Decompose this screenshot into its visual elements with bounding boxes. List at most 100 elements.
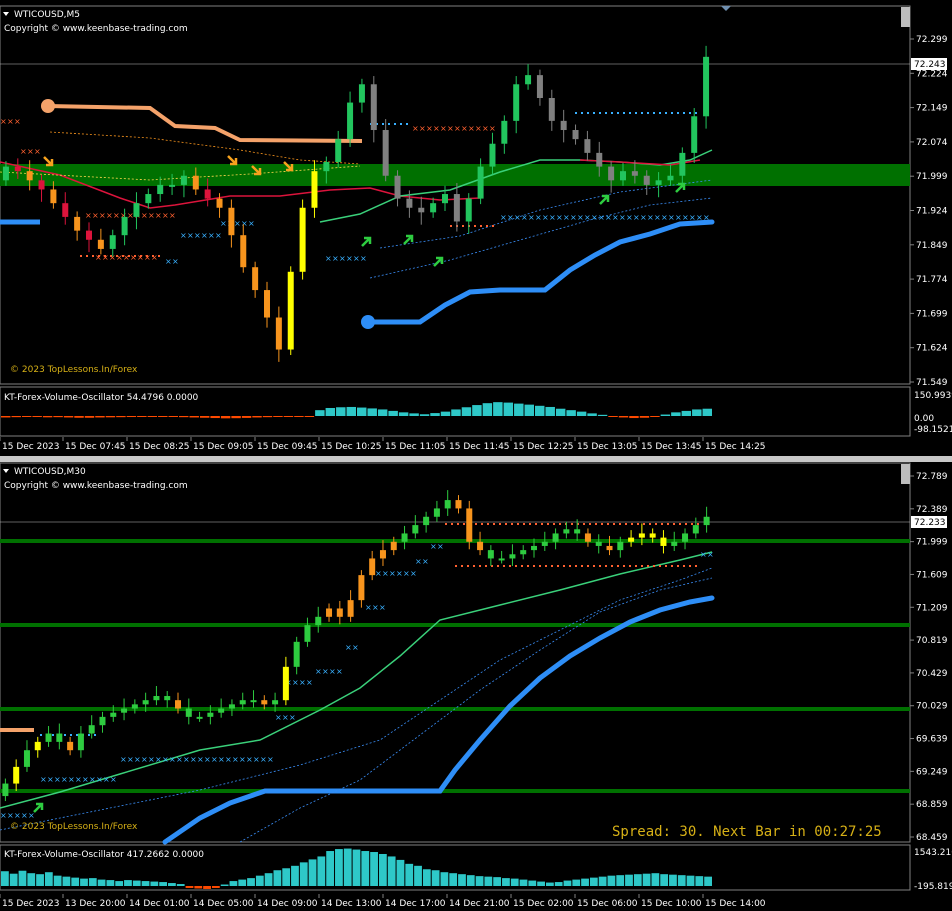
bottom-candle-body bbox=[617, 541, 624, 551]
top-x-marker: × bbox=[234, 219, 241, 228]
bottom-candle-body bbox=[649, 533, 656, 538]
bottom-osc-bar bbox=[317, 856, 326, 886]
top-price-tick: 72.149 bbox=[916, 104, 948, 114]
top-x-marker: × bbox=[549, 213, 556, 222]
top-candle-body bbox=[335, 139, 342, 163]
bottom-x-marker: × bbox=[155, 755, 162, 764]
top-candle-body bbox=[192, 175, 199, 190]
top-price-tick: 72.224 bbox=[916, 69, 948, 79]
top-x-marker: × bbox=[598, 213, 605, 222]
bottom-x-marker: × bbox=[700, 550, 707, 559]
top-candle-body bbox=[97, 239, 104, 249]
bottom-osc-bar bbox=[704, 876, 712, 886]
bottom-x-marker: × bbox=[336, 667, 343, 676]
bottom-candle-body bbox=[142, 700, 149, 705]
bottom-candle-body bbox=[477, 541, 484, 551]
bottom-x-marker: × bbox=[141, 755, 148, 764]
top-x-marker: × bbox=[20, 147, 27, 156]
top-candle-body bbox=[584, 139, 591, 153]
top-x-marker: × bbox=[447, 124, 454, 133]
top-x-marker: × bbox=[194, 231, 201, 240]
bottom-osc-bar bbox=[598, 876, 607, 886]
bottom-candle-body bbox=[99, 716, 106, 726]
top-price-tick: 71.924 bbox=[916, 207, 948, 217]
top-x-marker: × bbox=[339, 254, 346, 263]
top-x-marker: × bbox=[454, 124, 461, 133]
top-candle-body bbox=[50, 189, 57, 204]
top-candle-body bbox=[347, 102, 354, 140]
top-time-label: 15 Dec 13:45 bbox=[641, 442, 702, 452]
bottom-candle-body bbox=[520, 550, 527, 555]
top-scrollbar[interactable] bbox=[901, 7, 910, 27]
top-x-marker: × bbox=[215, 231, 222, 240]
bottom-candle-body bbox=[660, 537, 667, 546]
bottom-x-marker: × bbox=[267, 755, 274, 764]
top-osc-bar bbox=[262, 416, 273, 418]
top-osc-bar bbox=[357, 407, 367, 416]
top-osc-bar bbox=[53, 416, 63, 418]
top-x-marker: × bbox=[353, 254, 360, 263]
bottom-candle-body bbox=[671, 541, 678, 546]
top-candle-body bbox=[477, 166, 484, 199]
bottom-osc-bar bbox=[493, 877, 502, 886]
top-osc-bar bbox=[535, 405, 545, 416]
bottom-x-marker: × bbox=[28, 811, 35, 820]
bottom-osc-bar bbox=[537, 881, 545, 886]
bottom-x-marker: × bbox=[375, 569, 382, 578]
bottom-scrollbar[interactable] bbox=[901, 464, 910, 484]
top-candle-body bbox=[287, 271, 294, 350]
top-osc-tick: 150.9939 bbox=[914, 391, 952, 401]
top-x-marker: × bbox=[123, 253, 130, 262]
bottom-osc-bar bbox=[484, 876, 493, 886]
bottom-osc-bar bbox=[405, 863, 414, 886]
bottom-osc-bar bbox=[326, 851, 335, 886]
top-osc-bar bbox=[168, 416, 178, 417]
top-candle-body bbox=[216, 198, 223, 208]
top-price-tick: 71.999 bbox=[916, 172, 948, 182]
bottom-osc-bar bbox=[669, 874, 677, 886]
top-price-tick: 71.849 bbox=[916, 241, 948, 251]
bottom-osc-bar bbox=[660, 874, 669, 886]
top-osc-bar bbox=[42, 416, 53, 418]
top-x-marker: × bbox=[151, 253, 158, 262]
bottom-osc-bar bbox=[211, 886, 220, 888]
top-osc-bar bbox=[241, 416, 252, 418]
top-candle-body bbox=[501, 120, 508, 144]
bottom-osc-bar bbox=[361, 851, 370, 886]
bottom-osc-bar bbox=[115, 881, 124, 886]
bottom-candle-body bbox=[390, 541, 397, 551]
bottom-x-marker: × bbox=[352, 643, 359, 652]
bottom-x-marker: × bbox=[61, 775, 68, 784]
top-candle-body bbox=[620, 171, 626, 181]
top-time-label: 15 Dec 09:05 bbox=[193, 442, 254, 452]
top-candle-body bbox=[157, 184, 164, 195]
bottom-candle-body bbox=[153, 696, 160, 701]
bottom-time-label: 13 Dec 20:00 bbox=[65, 899, 126, 909]
top-time-label: 15 Dec 11:45 bbox=[449, 442, 510, 452]
top-candle-body bbox=[631, 171, 638, 176]
bottom-osc-bar bbox=[1, 871, 9, 886]
top-osc-bar bbox=[231, 416, 241, 419]
bottom-osc-bar bbox=[53, 875, 62, 886]
top-osc-bar bbox=[461, 407, 472, 416]
bottom-candle-body bbox=[574, 529, 581, 534]
bottom-osc-bar bbox=[159, 882, 168, 886]
bottom-osc-bar bbox=[247, 878, 255, 886]
bottom-candle-body bbox=[164, 696, 171, 701]
bottom-x-marker: × bbox=[396, 569, 403, 578]
bottom-candle-body bbox=[77, 733, 84, 751]
bottom-candle-body bbox=[444, 500, 451, 509]
bottom-x-marker: × bbox=[225, 755, 232, 764]
top-candle-body bbox=[2, 166, 9, 181]
bottom-osc-bar bbox=[335, 849, 343, 886]
top-x-marker: × bbox=[482, 124, 489, 133]
top-osc-bar bbox=[273, 416, 283, 417]
top-osc-bar bbox=[63, 416, 74, 418]
bottom-candle-body bbox=[563, 529, 570, 534]
bottom-osc-bar bbox=[695, 876, 704, 886]
bottom-x-marker: × bbox=[422, 557, 429, 566]
bottom-x-marker: × bbox=[239, 755, 246, 764]
top-osc-bar bbox=[618, 416, 629, 418]
top-x-marker: × bbox=[34, 147, 41, 156]
bottom-osc-bar bbox=[185, 886, 194, 888]
